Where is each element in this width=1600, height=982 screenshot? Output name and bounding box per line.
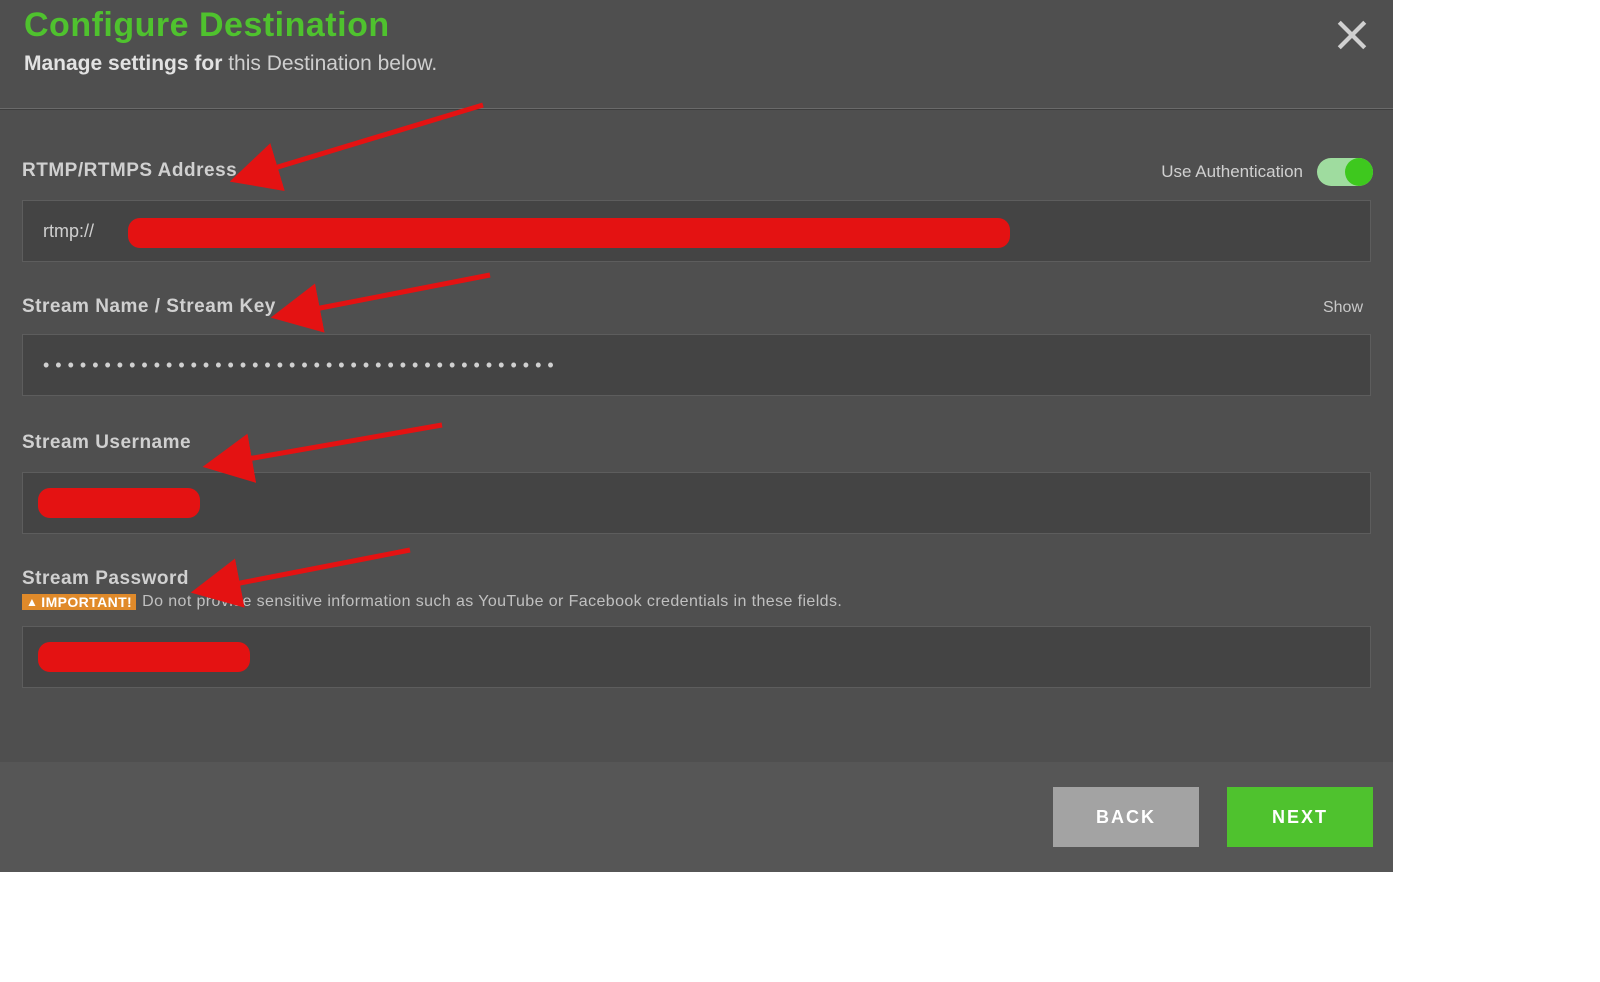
redaction-password xyxy=(38,642,250,672)
annotation-arrow-password xyxy=(220,545,420,600)
show-stream-key-button[interactable]: Show xyxy=(1323,299,1363,317)
important-tag-text: IMPORTANT! xyxy=(41,594,132,610)
stream-password-label: Stream Password xyxy=(22,568,189,590)
annotation-arrow-streamkey xyxy=(300,270,500,325)
rtmp-address-label: RTMP/RTMPS Address xyxy=(22,160,237,182)
stream-key-input[interactable]: ••••••••••••••••••••••••••••••••••••••••… xyxy=(22,334,1371,396)
close-icon[interactable] xyxy=(1335,18,1369,52)
stream-key-masked: ••••••••••••••••••••••••••••••••••••••••… xyxy=(43,355,560,376)
stream-username-label: Stream Username xyxy=(22,432,191,454)
use-authentication-control: Use Authentication xyxy=(1161,158,1373,186)
dialog-title: Configure Destination xyxy=(24,6,390,45)
important-tag: ▲ IMPORTANT! xyxy=(22,594,136,610)
rtmp-prefix-text: rtmp:// xyxy=(43,221,94,242)
annotation-arrow-rtmp xyxy=(258,100,488,185)
divider xyxy=(0,108,1393,110)
important-notice: ▲ IMPORTANT! Do not provide sensitive in… xyxy=(22,593,842,611)
dialog-subtitle: Manage settings for this Destination bel… xyxy=(24,52,437,76)
subtitle-rest: this Destination below. xyxy=(222,52,437,75)
use-authentication-label: Use Authentication xyxy=(1161,162,1303,182)
use-authentication-toggle[interactable] xyxy=(1317,158,1373,186)
subtitle-bold: Manage settings for xyxy=(24,52,222,75)
stream-username-input[interactable] xyxy=(22,472,1371,534)
dialog-footer: BACK NEXT xyxy=(0,762,1393,872)
stream-key-label: Stream Name / Stream Key xyxy=(22,296,276,318)
redaction-username xyxy=(38,488,200,518)
annotation-arrow-username xyxy=(232,420,452,475)
warning-icon: ▲ xyxy=(26,595,38,609)
back-button[interactable]: BACK xyxy=(1053,787,1199,847)
toggle-knob xyxy=(1345,158,1373,186)
redaction-rtmp xyxy=(128,218,1010,248)
next-button[interactable]: NEXT xyxy=(1227,787,1373,847)
configure-destination-panel: Configure Destination Manage settings fo… xyxy=(0,0,1393,872)
